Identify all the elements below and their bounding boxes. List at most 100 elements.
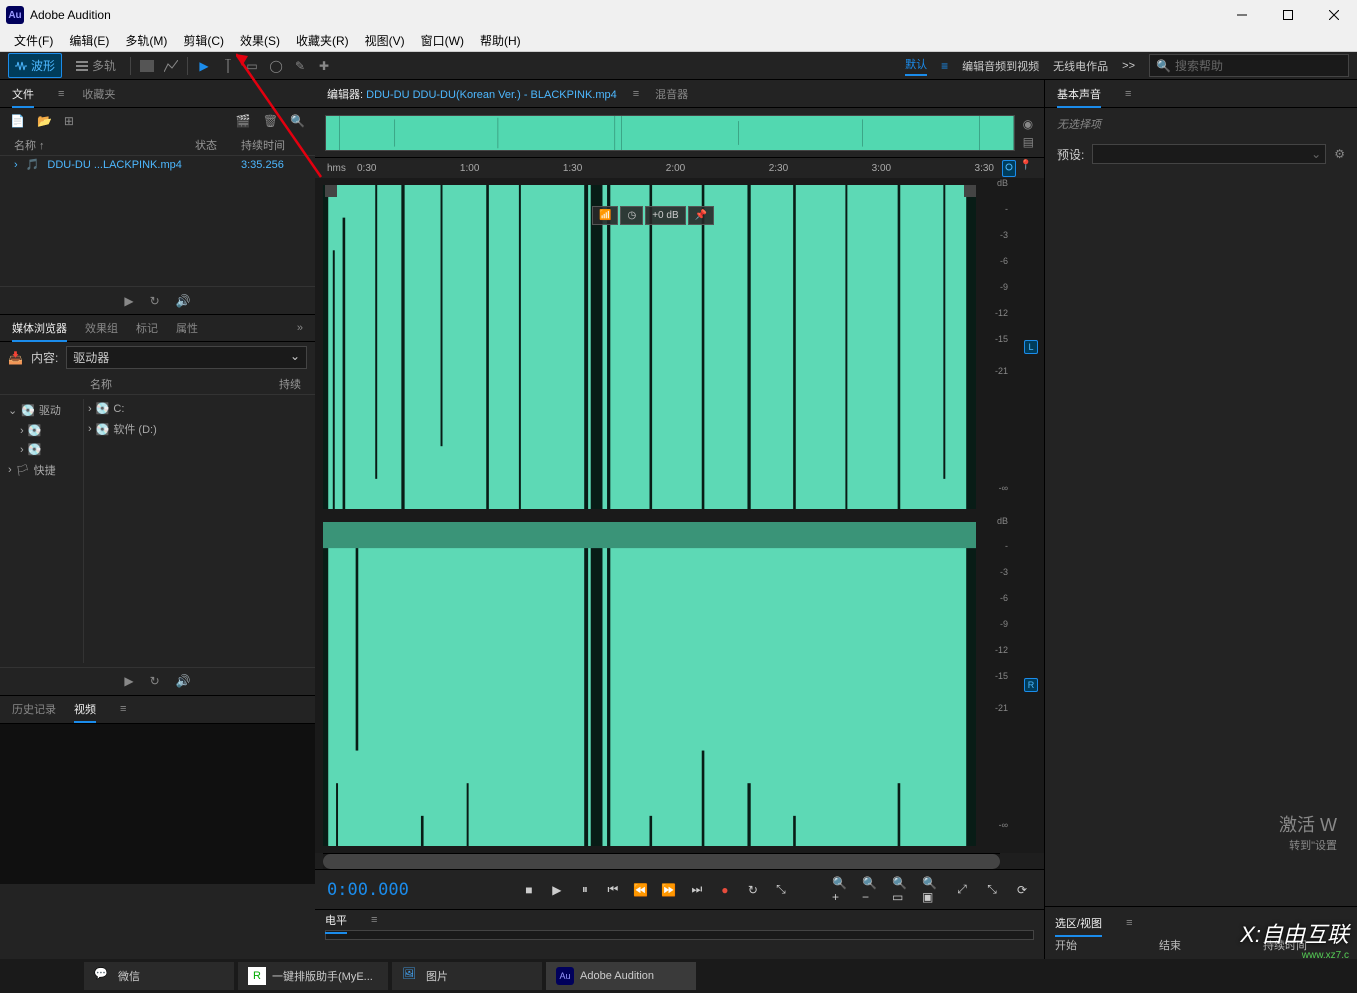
delete-icon[interactable]: 🗑: [263, 114, 278, 128]
time-ruler[interactable]: hms 0:30 1:00 1:30 2:00 2:30 3:00 3:30 📍: [315, 158, 1044, 178]
zoom-out-icon[interactable]: 🔍−: [862, 880, 882, 900]
menu-file[interactable]: 文件(F): [6, 30, 61, 51]
task-wechat[interactable]: 💬 微信: [84, 962, 234, 990]
zoom-full-icon[interactable]: 🔍▭: [892, 880, 912, 900]
overview-opt2-icon[interactable]: ▤: [1023, 135, 1034, 149]
rewind-button[interactable]: ⏪: [631, 880, 651, 900]
tree-sub1[interactable]: ›💽: [4, 421, 83, 440]
record-icon[interactable]: 🎬: [236, 114, 251, 128]
time-selection-tool-icon[interactable]: [220, 58, 236, 74]
channel-left-label[interactable]: L: [1024, 340, 1038, 354]
brush-tool-icon[interactable]: ✎: [292, 58, 308, 74]
hud-clock-icon[interactable]: ◷: [620, 206, 643, 225]
overview-waveform[interactable]: [325, 115, 1015, 151]
tree-drive-c[interactable]: ›💽C:: [84, 399, 311, 418]
workspace-audio-video[interactable]: 编辑音频到视频: [962, 58, 1039, 74]
tree-drive-d[interactable]: ›💽软件 (D:): [84, 418, 311, 440]
play-button[interactable]: ▶: [547, 880, 567, 900]
hud-gain[interactable]: +0 dB: [645, 206, 685, 225]
waveform-scrollbar[interactable]: [323, 853, 1000, 869]
menu-window[interactable]: 窗口(W): [413, 30, 472, 51]
menu-help[interactable]: 帮助(H): [472, 30, 529, 51]
marker-icon[interactable]: 📍: [1020, 160, 1032, 177]
panel-menu-icon[interactable]: ≡: [58, 88, 64, 100]
zoom-in-v-icon[interactable]: ⤢: [952, 880, 972, 900]
play-icon[interactable]: ▶: [124, 294, 133, 308]
record-button[interactable]: ●: [715, 880, 735, 900]
play-icon[interactable]: ▶: [124, 674, 133, 688]
channel-right-label[interactable]: R: [1024, 678, 1038, 692]
editor-tab[interactable]: 编辑器: DDU-DU DDU-DU(Korean Ver.) - BLACKP…: [327, 86, 617, 102]
zoom-out-v-icon[interactable]: ⤡: [982, 880, 1002, 900]
import-icon[interactable]: 📥: [8, 351, 23, 365]
panel-menu-icon[interactable]: ≡: [120, 703, 126, 715]
tab-effects-rack[interactable]: 效果组: [85, 320, 118, 336]
lasso-tool-icon[interactable]: ◯: [268, 58, 284, 74]
task-mye[interactable]: R 一键排版助手(MyE...: [238, 962, 388, 990]
tree-drives[interactable]: ⌄💽驱动: [4, 399, 83, 421]
mb-col-name[interactable]: 名称: [90, 376, 279, 392]
forward-button[interactable]: ⏩: [659, 880, 679, 900]
preset-select[interactable]: ⌄: [1092, 144, 1326, 164]
panel-menu-icon[interactable]: ≡: [1126, 917, 1132, 929]
tree-sub2[interactable]: ›💽: [4, 440, 83, 459]
menu-edit[interactable]: 编辑(E): [61, 30, 117, 51]
file-row[interactable]: › 🎵 DDU-DU ...LACKPINK.mp4 3:35.256: [0, 156, 315, 173]
loop-icon[interactable]: ↻: [150, 294, 160, 308]
move-tool-icon[interactable]: ▶: [196, 58, 212, 74]
panel-menu-icon[interactable]: ≡: [1125, 88, 1131, 100]
hud-volume-icon[interactable]: 📶: [592, 206, 618, 225]
ch-indicator-tr[interactable]: [964, 185, 976, 197]
pin-icon[interactable]: [1002, 160, 1016, 177]
workspace-default[interactable]: 默认: [905, 56, 927, 76]
tab-markers[interactable]: 标记: [136, 320, 158, 336]
auto-play-icon[interactable]: 🔊: [176, 674, 191, 688]
mixer-tab[interactable]: 混音器: [655, 86, 688, 102]
col-duration[interactable]: 持续时间: [241, 137, 301, 153]
waveform-display[interactable]: dB - -3 -6 -9 -12 -15 -21 -∞ dB - -3: [315, 178, 1044, 853]
menu-view[interactable]: 视图(V): [357, 30, 413, 51]
mb-col-duration[interactable]: 持续: [279, 376, 301, 392]
overview-bar[interactable]: ◉ ▤: [315, 108, 1044, 158]
zoom-reset-icon[interactable]: ⟳: [1012, 880, 1032, 900]
levels-meter[interactable]: [325, 930, 1034, 940]
new-multitrack-icon[interactable]: ⊞: [64, 114, 74, 128]
waveform-channel-left[interactable]: [323, 185, 976, 509]
overflow-icon[interactable]: »: [297, 322, 303, 334]
auto-play-icon[interactable]: 🔊: [176, 294, 191, 308]
workspace-radio[interactable]: 无线电作品: [1053, 58, 1108, 74]
multitrack-mode-button[interactable]: 多轨: [70, 54, 122, 77]
minimize-button[interactable]: [1219, 0, 1265, 30]
loop-button[interactable]: ↻: [743, 880, 763, 900]
ch-indicator-tl[interactable]: [325, 185, 337, 197]
open-file-icon[interactable]: 📂: [37, 114, 52, 128]
panel-menu-icon[interactable]: ≡: [371, 914, 377, 926]
content-select[interactable]: 驱动器 ⌄: [66, 346, 307, 369]
new-file-icon[interactable]: 📄: [10, 114, 25, 128]
hud-pin-icon[interactable]: 📌: [688, 206, 714, 225]
tab-files[interactable]: 文件: [12, 86, 34, 102]
zoom-in-icon[interactable]: 🔍+: [832, 880, 852, 900]
tree-shortcut[interactable]: ›🏳快捷: [4, 459, 83, 481]
task-photos[interactable]: 🖼 图片: [392, 962, 542, 990]
zoom-sel-icon[interactable]: 🔍▣: [922, 880, 942, 900]
skip-button[interactable]: ⤡: [771, 880, 791, 900]
prev-button[interactable]: ⏮: [603, 880, 623, 900]
timecode-display[interactable]: 0:00.000: [327, 880, 409, 900]
menu-favorites[interactable]: 收藏夹(R): [288, 30, 357, 51]
spectral-freq-icon[interactable]: [139, 58, 155, 74]
stop-button[interactable]: ■: [519, 880, 539, 900]
preset-menu-icon[interactable]: ⚙: [1334, 147, 1345, 161]
next-button[interactable]: ⏭: [687, 880, 707, 900]
pause-button[interactable]: ⏸: [575, 880, 595, 900]
menu-multitrack[interactable]: 多轨(M): [117, 30, 175, 51]
tab-history[interactable]: 历史记录: [12, 701, 56, 717]
heal-tool-icon[interactable]: ✚: [316, 58, 332, 74]
search-files-icon[interactable]: 🔍: [290, 114, 305, 128]
tab-media-browser[interactable]: 媒体浏览器: [12, 320, 67, 336]
col-status[interactable]: 状态: [195, 137, 241, 153]
waveform-channel-right[interactable]: [323, 522, 976, 846]
waveform-mode-button[interactable]: 波形: [8, 53, 62, 78]
menu-effects[interactable]: 效果(S): [232, 30, 288, 51]
tab-video[interactable]: 视频: [74, 701, 96, 717]
